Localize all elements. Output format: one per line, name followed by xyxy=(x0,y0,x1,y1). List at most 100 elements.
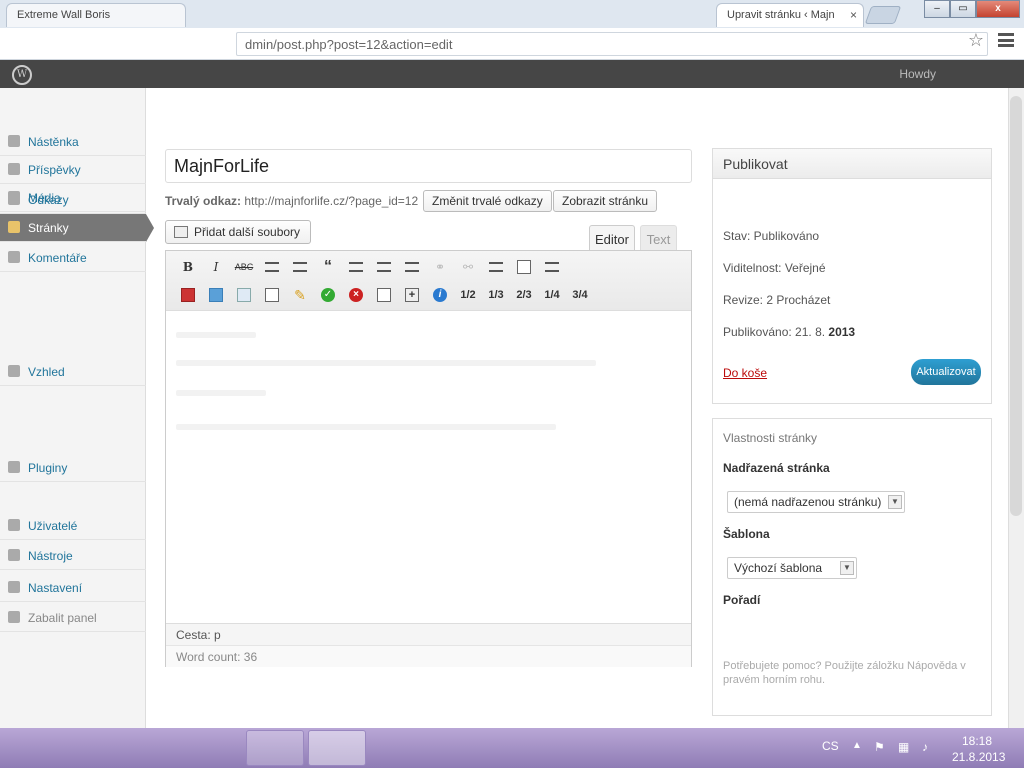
gallery-icon[interactable] xyxy=(206,285,226,305)
tab-label: Extreme Wall Boris xyxy=(17,9,111,21)
tab-close-icon[interactable]: × xyxy=(850,8,857,22)
sidebar-item-users[interactable]: Uživatelé xyxy=(0,512,146,540)
sidebar-item-comments[interactable]: Komentáře xyxy=(0,244,146,272)
bullet-list-icon[interactable] xyxy=(262,257,282,277)
sidebar-item-pages[interactable]: Stránky xyxy=(0,214,146,242)
align-right-icon[interactable] xyxy=(402,257,422,277)
maximize-button[interactable]: ▭ xyxy=(950,0,976,18)
text-block-icon[interactable] xyxy=(262,285,282,305)
bookmark-star-icon[interactable]: ☆ xyxy=(968,30,984,51)
sidebar-collapse[interactable]: Zabalit panel xyxy=(0,604,146,632)
input-language[interactable]: CS xyxy=(822,739,839,753)
wp-admin-bar xyxy=(0,60,1024,88)
browser-menu-icon[interactable] xyxy=(998,33,1014,47)
taskbar-app-button[interactable] xyxy=(246,730,304,766)
kitchen-sink-icon[interactable] xyxy=(542,257,562,277)
publish-status: Stav: Publikováno xyxy=(723,229,820,243)
clock-date[interactable]: 21.8.2013 xyxy=(952,750,1005,764)
network-icon[interactable]: ▦ xyxy=(898,740,912,754)
pages-icon xyxy=(8,221,20,233)
post-title-input[interactable]: MajnForLife xyxy=(165,149,692,183)
content-line xyxy=(176,390,266,396)
publish-revisions[interactable]: Revize: 2 Procházet xyxy=(723,293,830,307)
tab-visual-editor[interactable]: Editor xyxy=(589,225,635,250)
sidebar-item-tools[interactable]: Nástroje xyxy=(0,542,146,570)
sidebar-item-dashboard[interactable]: Nástěnka xyxy=(0,128,146,156)
parent-page-select[interactable]: (nemá nadřazenou stránku) ▼ xyxy=(727,491,905,513)
column-third-button[interactable]: 1/3 xyxy=(484,285,508,305)
template-label: Šablona xyxy=(723,527,770,541)
minimize-button[interactable]: – xyxy=(924,0,950,18)
sidebar-item-posts[interactable]: Příspěvky xyxy=(0,156,146,184)
chevron-down-icon: ▼ xyxy=(888,495,902,509)
update-button[interactable]: Aktualizovat xyxy=(911,359,981,385)
permalink-url[interactable]: http://majnforlife.cz/?page_id=12 xyxy=(244,194,418,208)
strikethrough-button[interactable]: ABC xyxy=(234,257,254,277)
read-more-icon[interactable] xyxy=(486,257,506,277)
change-permalink-button[interactable]: Změnit trvalé odkazy xyxy=(423,190,552,212)
media-upload-icon xyxy=(174,226,188,238)
tab-label: Upravit stránku ‹ Majn xyxy=(727,9,835,21)
align-left-icon[interactable] xyxy=(346,257,366,277)
cross-icon[interactable]: × xyxy=(346,285,366,305)
check-icon[interactable]: ✓ xyxy=(318,285,338,305)
trash-link[interactable]: Do koše xyxy=(723,366,767,380)
plus-box-icon[interactable]: + xyxy=(402,285,422,305)
box-icon[interactable] xyxy=(234,285,254,305)
numbered-list-icon[interactable] xyxy=(290,257,310,277)
publish-title: Publikovat xyxy=(713,149,991,179)
flag-icon[interactable]: ⚑ xyxy=(874,740,888,754)
column-half-button[interactable]: 1/2 xyxy=(456,285,480,305)
plugins-icon xyxy=(8,461,20,473)
youtube-icon[interactable] xyxy=(178,285,198,305)
column-two-thirds-button[interactable]: 2/3 xyxy=(512,285,536,305)
template-select[interactable]: Výchozí šablona ▼ xyxy=(727,557,857,579)
content-line xyxy=(176,424,556,430)
tray-arrow-icon[interactable]: ▲ xyxy=(852,740,866,754)
link-icon[interactable]: ⚭ xyxy=(430,257,450,277)
editor-path-bar: Cesta: p xyxy=(166,623,691,645)
column-quarter-button[interactable]: 1/4 xyxy=(540,285,564,305)
scrollbar-thumb[interactable] xyxy=(1010,96,1022,516)
browser-toolbar: dmin/post.php?post=12&action=edit xyxy=(0,28,1024,60)
editor-container: B I ABC “ ⚭ ⚯ ✎ ✓ × + i 1/2 1/3 2/3 1/4 … xyxy=(165,250,692,667)
permalink-row: Trvalý odkaz: http://majnforlife.cz/?pag… xyxy=(165,194,418,208)
browser-tab-1[interactable]: Extreme Wall Boris xyxy=(6,3,186,27)
italic-button[interactable]: I xyxy=(206,257,226,277)
browser-tab-2[interactable]: Upravit stránku ‹ Majn × xyxy=(716,3,864,27)
sidebar-item-links[interactable]: Odkazy xyxy=(0,186,146,214)
editor-content-area[interactable] xyxy=(166,312,691,623)
publish-date: Publikováno: 21. 8. 2013 xyxy=(723,325,856,339)
publish-metabox: Publikovat Stav: Publikováno Viditelnost… xyxy=(712,148,992,404)
comments-icon xyxy=(8,251,20,263)
info-icon[interactable]: i xyxy=(430,285,450,305)
view-page-button[interactable]: Zobrazit stránku xyxy=(553,190,658,212)
windows-taskbar xyxy=(0,728,1024,768)
wordpress-logo-icon[interactable]: W xyxy=(12,65,32,85)
appearance-icon xyxy=(8,365,20,377)
unlink-icon[interactable]: ⚯ xyxy=(458,257,478,277)
bold-button[interactable]: B xyxy=(178,257,198,277)
blockquote-button[interactable]: “ xyxy=(318,257,338,277)
column-three-quarters-button[interactable]: 3/4 xyxy=(568,285,592,305)
taskbar-browser-button[interactable] xyxy=(308,730,366,766)
editor-toolbar: B I ABC “ ⚭ ⚯ ✎ ✓ × + i 1/2 1/3 2/3 1/4 … xyxy=(166,251,691,311)
update-button-label: Aktualizovat xyxy=(916,366,976,378)
align-center-icon[interactable] xyxy=(374,257,394,277)
howdy-user-menu[interactable]: Howdy xyxy=(899,67,936,81)
order-label: Pořadí xyxy=(723,593,761,607)
fullscreen-icon[interactable] xyxy=(514,257,534,277)
add-media-button[interactable]: Přidat další soubory xyxy=(165,220,312,244)
tab-text-editor[interactable]: Text xyxy=(640,225,677,250)
content-line xyxy=(176,332,256,338)
sidebar-item-appearance[interactable]: Vzhled xyxy=(0,358,146,386)
close-window-button[interactable]: x xyxy=(976,0,1020,18)
note-icon[interactable] xyxy=(374,285,394,305)
sidebar-item-plugins[interactable]: Pluginy xyxy=(0,454,146,482)
sidebar-item-settings[interactable]: Nastavení xyxy=(0,574,146,602)
clock-time[interactable]: 18:18 xyxy=(962,734,992,748)
highlight-pen-icon[interactable]: ✎ xyxy=(290,285,310,305)
address-bar[interactable]: dmin/post.php?post=12&action=edit xyxy=(236,32,988,56)
help-text: Potřebujete pomoc? Použijte záložku Nápo… xyxy=(723,660,966,686)
volume-icon[interactable]: ♪ xyxy=(922,740,936,754)
